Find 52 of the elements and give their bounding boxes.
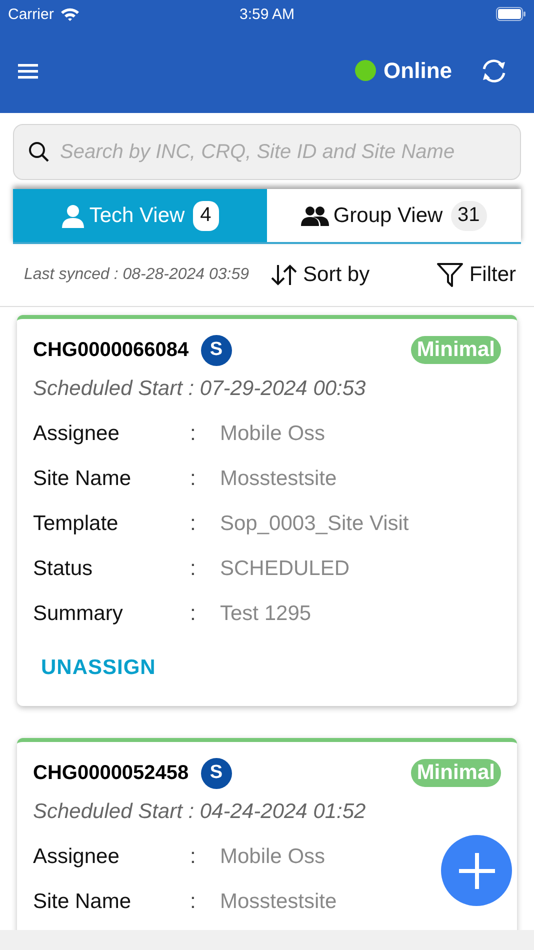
field-label: Assignee [33, 844, 120, 868]
search-icon [28, 141, 50, 163]
field-value: Mobile Oss [220, 844, 326, 868]
field-value: Mobile Oss [220, 422, 326, 446]
scheduled-start-text: Scheduled Start : 07-29-2024 00:53 [33, 377, 367, 402]
scheduled-start-text: Scheduled Start : 04-24-2024 01:52 [33, 800, 367, 825]
field-label: Summary [33, 602, 124, 626]
field-label: Assignee [33, 422, 120, 446]
sync-icon[interactable] [480, 58, 508, 84]
count-badge: 4 [192, 200, 219, 230]
field-separator: : [190, 890, 197, 914]
change-card[interactable]: CHG0000052458 S Minimal Scheduled Start : 04-24-2024 01:52 Assignee : Mobile Oss Site Name : Mosstestsite [17, 738, 517, 930]
menu-icon[interactable] [18, 62, 38, 78]
carrier-label: Carrier [8, 6, 54, 22]
field-separator: : [190, 422, 197, 446]
view-tab[interactable]: Group View 31 [267, 189, 521, 242]
filter-icon [437, 263, 464, 287]
filter-button[interactable]: Filter [437, 263, 516, 287]
people-icon [301, 206, 330, 226]
field-value: Mosstestsite [220, 890, 337, 914]
last-synced-text: Last synced : 08-28-2024 03:59 [24, 266, 250, 284]
battery-icon [496, 7, 526, 21]
field-separator: : [190, 602, 197, 626]
field-separator: : [190, 466, 197, 490]
priority-badge: Minimal [410, 336, 501, 364]
field-value: Sop_0003_Site Visit [220, 512, 409, 536]
person-icon [61, 204, 86, 228]
sort-button[interactable]: Sort by [271, 263, 370, 287]
wifi-icon [60, 7, 80, 21]
count-badge: 31 [450, 200, 487, 230]
field-label: Template [33, 512, 120, 536]
search-field[interactable]: Search by INC, CRQ, Site ID and Site Name [13, 124, 521, 180]
field-value: Mosstestsite [220, 466, 337, 490]
plus-icon [458, 852, 496, 890]
sort-icon [271, 264, 298, 286]
change-card[interactable]: CHG0000066084 S Minimal Scheduled Start : 07-29-2024 00:53 Assignee : Mobile Oss Site Name : Mosstestsite Template : Sop_0003_Site Visit Status : SCHEDULED Summary : Test 1295 UNASSIGN [17, 315, 517, 706]
type-badge: S [200, 758, 232, 788]
view-tab[interactable]: Tech View 4 [13, 189, 267, 242]
type-badge: S [200, 334, 232, 366]
online-status-label: Online [384, 58, 452, 84]
change-id: CHG0000052458 [33, 762, 189, 784]
clock-time: 3:59 AM [239, 6, 295, 23]
field-separator: : [190, 844, 197, 868]
field-separator: : [190, 512, 197, 536]
field-label: Site Name [33, 890, 132, 914]
field-value: Test 1295 [220, 602, 312, 626]
field-label: Site Name [33, 466, 132, 490]
field-value: SCHEDULED [220, 556, 350, 580]
field-separator: : [190, 556, 197, 580]
field-label: Status [33, 556, 94, 580]
priority-badge: Minimal [410, 759, 501, 787]
change-id: CHG0000066084 [33, 338, 189, 362]
